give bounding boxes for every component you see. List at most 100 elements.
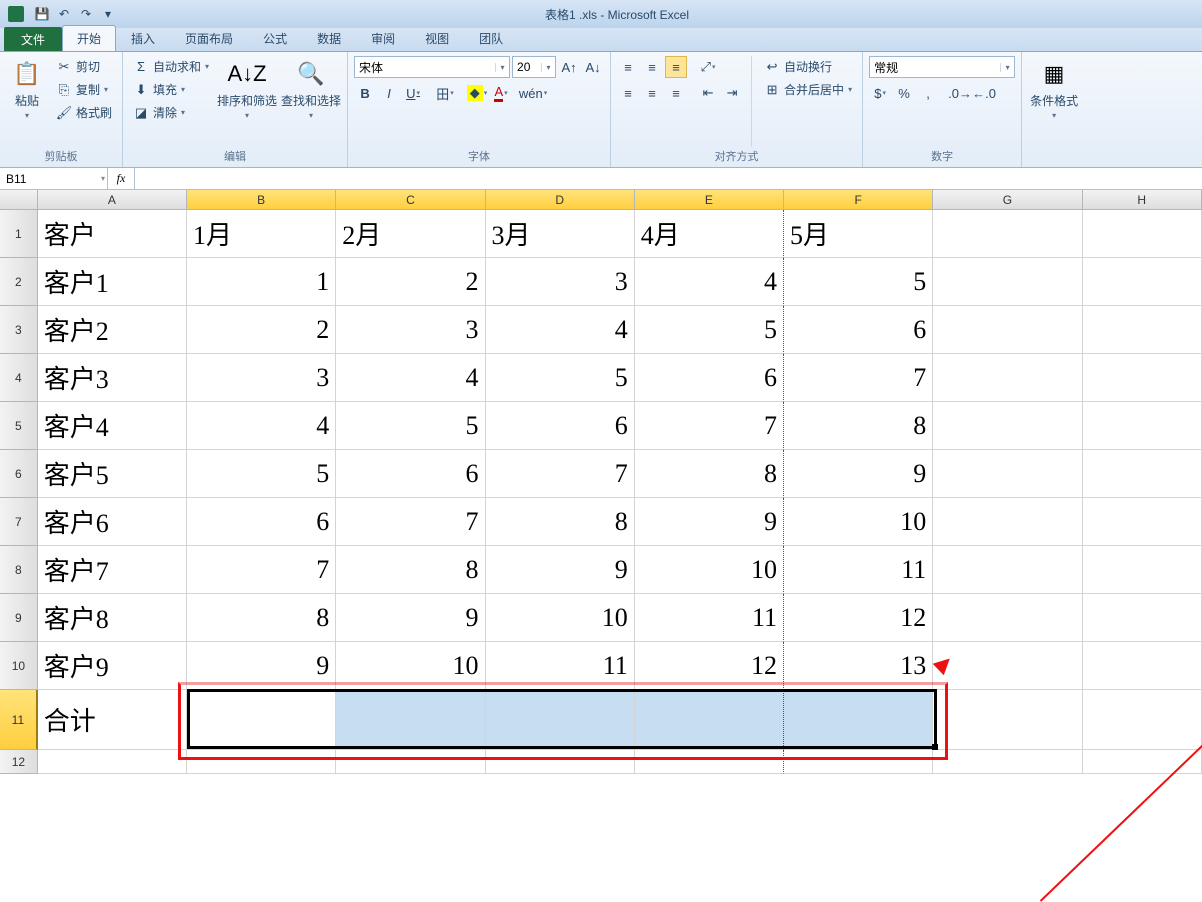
cell[interactable]: 11 <box>486 642 635 690</box>
cell[interactable] <box>1083 306 1202 354</box>
cell[interactable] <box>933 690 1082 750</box>
cell[interactable] <box>486 750 635 774</box>
tab-page-layout[interactable]: 页面布局 <box>170 25 248 51</box>
cell[interactable] <box>933 210 1082 258</box>
cell[interactable]: 9 <box>635 498 784 546</box>
font-color-button[interactable]: A <box>490 82 512 104</box>
bold-button[interactable]: B <box>354 82 376 104</box>
formula-input[interactable] <box>135 168 1202 189</box>
align-left-button[interactable]: ≡ <box>617 82 639 104</box>
cell[interactable] <box>635 690 784 750</box>
cell[interactable]: 10 <box>336 642 485 690</box>
cell[interactable]: 1月 <box>187 210 336 258</box>
row-header[interactable]: 1 <box>0 210 38 258</box>
cell[interactable] <box>933 594 1082 642</box>
cell[interactable]: 3月 <box>486 210 635 258</box>
row-header[interactable]: 2 <box>0 258 38 306</box>
cell[interactable]: 6 <box>635 354 784 402</box>
column-header[interactable]: G <box>933 190 1082 210</box>
increase-decimal-button[interactable]: .0→ <box>949 82 971 104</box>
align-right-button[interactable]: ≡ <box>665 82 687 104</box>
percent-button[interactable]: % <box>893 82 915 104</box>
cell[interactable] <box>486 690 635 750</box>
chevron-down-icon[interactable]: ▾ <box>101 174 105 183</box>
align-middle-button[interactable]: ≡ <box>641 56 663 78</box>
fx-icon[interactable]: fx <box>108 171 134 186</box>
cell[interactable]: 客户6 <box>38 498 187 546</box>
undo-icon[interactable]: ↶ <box>56 6 72 22</box>
cell[interactable]: 8 <box>784 402 933 450</box>
row-header[interactable]: 5 <box>0 402 38 450</box>
increase-font-button[interactable]: A↑ <box>558 56 580 78</box>
cell[interactable]: 8 <box>486 498 635 546</box>
cell[interactable]: 客户 <box>38 210 187 258</box>
name-box[interactable]: B11 ▾ <box>0 168 108 189</box>
cell[interactable]: 5月 <box>784 210 933 258</box>
cell[interactable] <box>933 450 1082 498</box>
cell[interactable]: 7 <box>635 402 784 450</box>
cell[interactable]: 2 <box>187 306 336 354</box>
border-button[interactable]: 田 <box>434 82 456 104</box>
cell[interactable] <box>933 354 1082 402</box>
orientation-button[interactable]: ⤢ <box>697 56 719 78</box>
cell[interactable]: 8 <box>336 546 485 594</box>
cell[interactable]: 客户5 <box>38 450 187 498</box>
fill-button[interactable]: ⬇填充▾ <box>129 79 213 100</box>
number-format-input[interactable] <box>870 60 1000 74</box>
row-header[interactable]: 12 <box>0 750 38 774</box>
cell[interactable]: 6 <box>336 450 485 498</box>
cell[interactable] <box>336 750 485 774</box>
sort-filter-button[interactable]: A↓Z 排序和筛选 ▾ <box>217 56 277 147</box>
fill-color-button[interactable]: ◆ <box>466 82 488 104</box>
tab-review[interactable]: 审阅 <box>356 25 410 51</box>
column-header[interactable]: D <box>486 190 635 210</box>
cell[interactable]: 客户7 <box>38 546 187 594</box>
cell[interactable]: 4 <box>635 258 784 306</box>
cell[interactable]: 6 <box>784 306 933 354</box>
cell[interactable] <box>1083 402 1202 450</box>
cell[interactable]: 11 <box>784 546 933 594</box>
cell[interactable]: 12 <box>784 594 933 642</box>
align-bottom-button[interactable]: ≡ <box>665 56 687 78</box>
redo-icon[interactable]: ↷ <box>78 6 94 22</box>
cell[interactable] <box>1083 750 1202 774</box>
cell[interactable] <box>784 690 933 750</box>
cell[interactable] <box>933 402 1082 450</box>
row-header[interactable]: 6 <box>0 450 38 498</box>
row-header[interactable]: 4 <box>0 354 38 402</box>
cell[interactable]: 10 <box>486 594 635 642</box>
cell[interactable]: 客户4 <box>38 402 187 450</box>
cell[interactable]: 客户8 <box>38 594 187 642</box>
row-header[interactable]: 8 <box>0 546 38 594</box>
cell[interactable] <box>1083 690 1202 750</box>
cell[interactable]: 3 <box>187 354 336 402</box>
select-all-corner[interactable] <box>0 190 38 210</box>
column-header[interactable]: A <box>38 190 187 210</box>
underline-button[interactable]: U <box>402 82 424 104</box>
row-header[interactable]: 3 <box>0 306 38 354</box>
cut-button[interactable]: ✂剪切 <box>52 56 116 77</box>
chevron-down-icon[interactable]: ▾ <box>541 63 555 72</box>
wrap-text-button[interactable]: ↩自动换行 <box>760 56 856 77</box>
cell[interactable]: 3 <box>336 306 485 354</box>
column-header[interactable]: B <box>187 190 336 210</box>
font-size-combo[interactable]: ▾ <box>512 56 556 78</box>
tab-team[interactable]: 团队 <box>464 25 518 51</box>
spreadsheet-grid[interactable]: ABCDEFGH1客户1月2月3月4月5月2客户1123453客户2234564… <box>0 190 1202 774</box>
cell[interactable] <box>933 498 1082 546</box>
cell[interactable] <box>784 750 933 774</box>
align-top-button[interactable]: ≡ <box>617 56 639 78</box>
font-size-input[interactable] <box>513 60 541 74</box>
comma-button[interactable]: , <box>917 82 939 104</box>
cell[interactable]: 13 <box>784 642 933 690</box>
copy-button[interactable]: ⎘复制▾ <box>52 79 116 100</box>
cell[interactable]: 3 <box>486 258 635 306</box>
cell[interactable]: 8 <box>187 594 336 642</box>
cell[interactable]: 1 <box>187 258 336 306</box>
format-painter-button[interactable]: 🖌格式刷 <box>52 102 116 123</box>
cell[interactable]: 9 <box>784 450 933 498</box>
cell[interactable]: 10 <box>635 546 784 594</box>
cell[interactable]: 9 <box>486 546 635 594</box>
cell[interactable] <box>1083 546 1202 594</box>
cell[interactable]: 12 <box>635 642 784 690</box>
